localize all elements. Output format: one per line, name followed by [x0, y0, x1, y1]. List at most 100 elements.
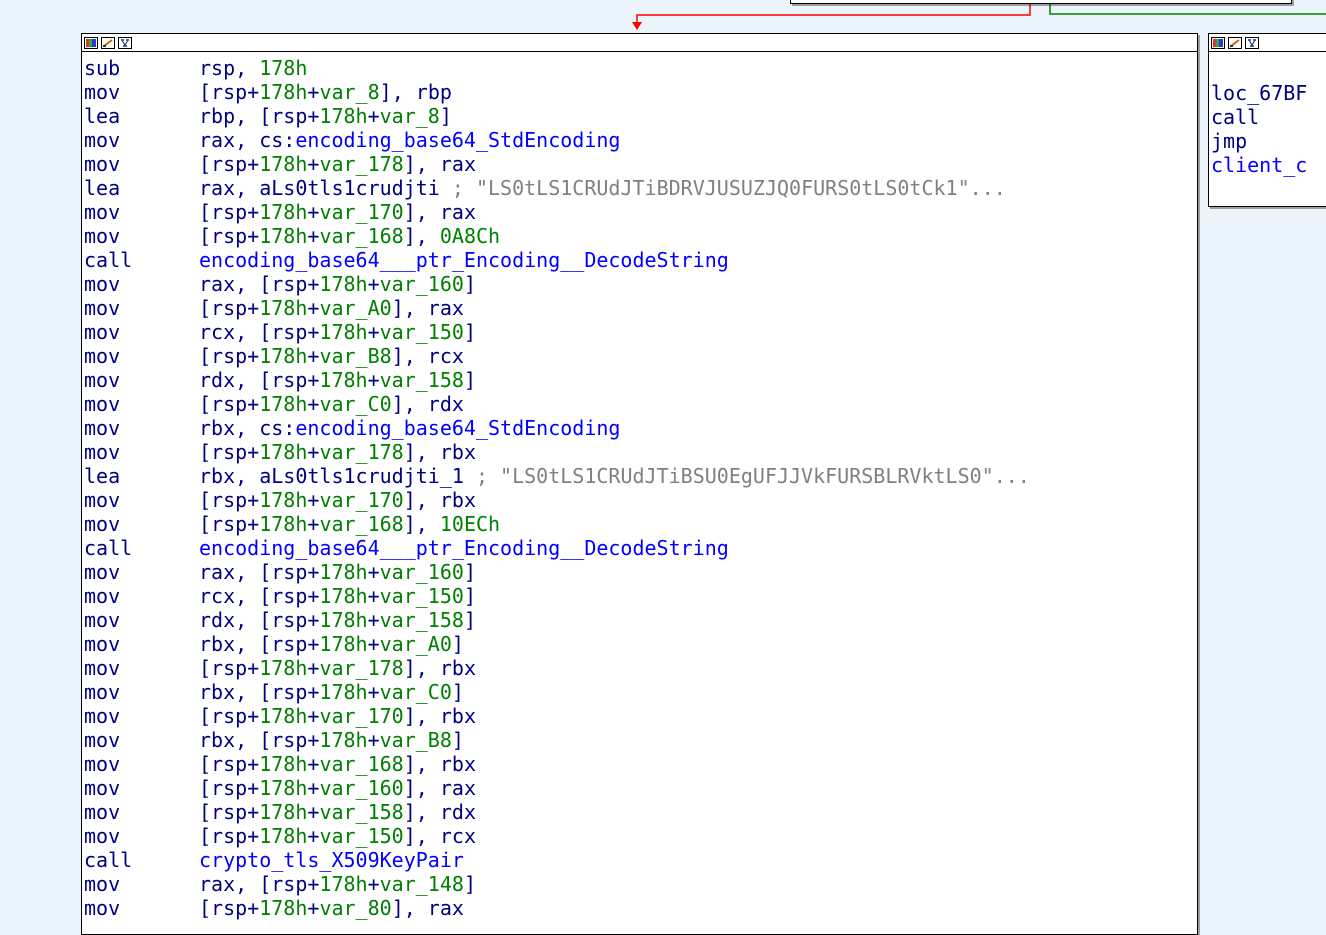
operand-token[interactable]: var_170 — [319, 488, 403, 512]
instruction-operands[interactable]: rax, aLs0tls1crudjti ; "LS0tLS1CRUdJTiBD… — [199, 176, 1006, 200]
instruction-mnemonic[interactable]: lea — [84, 104, 120, 128]
instruction-line[interactable]: lea rbp, [rsp+178h+var_8] — [82, 104, 1197, 128]
instruction-line[interactable]: mov [rsp+178h+var_168], rbx — [82, 752, 1197, 776]
instruction-line[interactable]: lea rax, aLs0tls1crudjti ; "LS0tLS1CRUdJT… — [82, 176, 1197, 200]
instruction-line[interactable]: mov [rsp+178h+var_170], rbx — [82, 704, 1197, 728]
instruction-mnemonic[interactable]: lea — [84, 464, 120, 488]
instruction-mnemonic[interactable]: call — [84, 248, 132, 272]
operand-token[interactable]: var_150 — [319, 824, 403, 848]
instruction-mnemonic[interactable]: loc_67BF — [1211, 81, 1307, 105]
instruction-operands[interactable]: [rsp+178h+var_158], rdx — [199, 800, 476, 824]
instruction-operands[interactable]: rdx, [rsp+178h+var_158] — [199, 608, 476, 632]
instruction-mnemonic[interactable]: mov — [84, 200, 120, 224]
instruction-operands[interactable]: rax, cs:encoding_base64_StdEncoding — [199, 128, 620, 152]
instruction-mnemonic[interactable]: sub — [84, 56, 120, 80]
instruction-mnemonic[interactable]: call — [1211, 105, 1259, 129]
instruction-mnemonic[interactable]: mov — [84, 800, 120, 824]
graph-node-upper[interactable] — [790, 0, 1292, 4]
instruction-line[interactable]: mov [rsp+178h+var_8], rbp — [82, 80, 1197, 104]
instruction-line[interactable]: sub rsp, 178h — [82, 56, 1197, 80]
instruction-mnemonic[interactable]: mov — [84, 320, 120, 344]
operand-token[interactable]: var_168 — [319, 752, 403, 776]
instruction-operands[interactable]: rax, [rsp+178h+var_160] — [199, 272, 476, 296]
instruction-line[interactable]: mov [rsp+178h+var_178], rbx — [82, 656, 1197, 680]
instruction-line[interactable]: mov rbx, [rsp+178h+var_A0] — [82, 632, 1197, 656]
instruction-operands[interactable]: [rsp+178h+var_160], rax — [199, 776, 476, 800]
instruction-operands[interactable]: encoding_base64___ptr_Encoding__DecodeSt… — [199, 248, 729, 272]
graph-node-main[interactable]: sub rsp, 178h mov [rsp+178h+var_8], rbp lea r… — [81, 33, 1198, 935]
operand-token[interactable]: var_168 — [319, 224, 403, 248]
operand-token[interactable]: var_148 — [380, 872, 464, 896]
instruction-line[interactable]: mov rcx, [rsp+178h+var_150] — [82, 584, 1197, 608]
operand-token[interactable]: var_150 — [380, 584, 464, 608]
operand-token[interactable]: var_B8 — [380, 728, 452, 752]
operand-token[interactable]: var_178 — [319, 656, 403, 680]
instruction-operands[interactable]: [rsp+178h+var_170], rbx — [199, 704, 476, 728]
instruction-mnemonic[interactable]: mov — [84, 440, 120, 464]
operand-token[interactable]: var_160 — [380, 272, 464, 296]
instruction-operands[interactable]: [rsp+178h+var_8], rbp — [199, 80, 452, 104]
instruction-line[interactable]: mov rcx, [rsp+178h+var_150] — [82, 320, 1197, 344]
instruction-line[interactable]: mov rax, [rsp+178h+var_148] — [82, 872, 1197, 896]
operand-token[interactable]: var_B8 — [319, 344, 391, 368]
instruction-operands[interactable]: [rsp+178h+var_178], rbx — [199, 656, 476, 680]
instruction-operands[interactable]: rbp, [rsp+178h+var_8] — [199, 104, 452, 128]
instruction-operands[interactable]: rax, [rsp+178h+var_160] — [199, 560, 476, 584]
instruction-mnemonic[interactable]: mov — [84, 824, 120, 848]
operand-token[interactable]: var_178 — [319, 440, 403, 464]
instruction-line[interactable]: loc_67BF — [1209, 81, 1326, 105]
operand-token[interactable]: var_170 — [319, 704, 403, 728]
instruction-mnemonic[interactable]: call — [84, 848, 132, 872]
disassembly-listing[interactable]: sub rsp, 178h mov [rsp+178h+var_8], rbp lea r… — [82, 52, 1197, 920]
instruction-line[interactable]: mov [rsp+178h+var_B8], rcx — [82, 344, 1197, 368]
operand-token[interactable]: var_80 — [319, 896, 391, 920]
instruction-operands[interactable]: rsp, 178h — [199, 56, 307, 80]
operand-token[interactable]: var_158 — [380, 368, 464, 392]
instruction-line[interactable]: mov [rsp+178h+var_158], rdx — [82, 800, 1197, 824]
operand-token[interactable]: var_158 — [319, 800, 403, 824]
instruction-mnemonic[interactable]: mov — [84, 296, 120, 320]
instruction-line[interactable]: mov rdx, [rsp+178h+var_158] — [82, 368, 1197, 392]
instruction-line[interactable]: call crypto_tls_X509KeyPair — [82, 848, 1197, 872]
instruction-line[interactable]: call — [1209, 105, 1326, 129]
instruction-operands[interactable]: [rsp+178h+var_178], rbx — [199, 440, 476, 464]
instruction-mnemonic[interactable]: mov — [84, 416, 120, 440]
instruction-operands[interactable]: rbx, [rsp+178h+var_B8] — [199, 728, 464, 752]
operand-token[interactable]: encoding_base64___ptr_Encoding__DecodeSt… — [199, 536, 729, 560]
operand-token[interactable]: var_A0 — [319, 296, 391, 320]
instruction-line[interactable]: mov [rsp+178h+var_178], rax — [82, 152, 1197, 176]
instruction-mnemonic[interactable]: mov — [84, 608, 120, 632]
operand-token[interactable]: var_168 — [319, 512, 403, 536]
instruction-mnemonic[interactable]: mov — [84, 560, 120, 584]
operand-token[interactable]: var_178 — [319, 152, 403, 176]
instruction-line[interactable]: mov [rsp+178h+var_150], rcx — [82, 824, 1197, 848]
instruction-operands[interactable]: rdx, [rsp+178h+var_158] — [199, 368, 476, 392]
instruction-operands[interactable]: [rsp+178h+var_168], rbx — [199, 752, 476, 776]
instruction-operands[interactable]: [rsp+178h+var_170], rbx — [199, 488, 476, 512]
instruction-line[interactable]: mov rbx, cs:encoding_base64_StdEncoding — [82, 416, 1197, 440]
instruction-mnemonic[interactable]: mov — [84, 224, 120, 248]
instruction-line[interactable]: mov [rsp+178h+var_168], 10ECh — [82, 512, 1197, 536]
operand-token[interactable]: encoding_base64___ptr_Encoding__DecodeSt… — [199, 248, 729, 272]
operand-token[interactable]: var_8 — [319, 80, 379, 104]
instruction-line[interactable]: call encoding_base64___ptr_Encoding__Deco… — [82, 248, 1197, 272]
disassembly-listing[interactable]: loc_67BF call jmp client_c — [1209, 52, 1326, 177]
instruction-line[interactable]: lea rbx, aLs0tls1crudjti_1 ; "LS0tLS1CRUd… — [82, 464, 1197, 488]
instruction-line[interactable]: mov rax, [rsp+178h+var_160] — [82, 272, 1197, 296]
instruction-mnemonic[interactable]: mov — [84, 344, 120, 368]
instruction-mnemonic[interactable]: mov — [84, 488, 120, 512]
instruction-mnemonic[interactable]: mov — [84, 896, 120, 920]
instruction-operands[interactable]: [rsp+178h+var_168], 10ECh — [199, 512, 500, 536]
instruction-mnemonic[interactable]: mov — [84, 752, 120, 776]
instruction-mnemonic[interactable]: mov — [84, 272, 120, 296]
instruction-operands[interactable]: [rsp+178h+var_168], 0A8Ch — [199, 224, 500, 248]
instruction-operands[interactable]: rbx, [rsp+178h+var_A0] — [199, 632, 464, 656]
instruction-operands[interactable]: [rsp+178h+var_170], rax — [199, 200, 476, 224]
instruction-operands[interactable]: encoding_base64___ptr_Encoding__DecodeSt… — [199, 536, 729, 560]
instruction-line[interactable]: mov [rsp+178h+var_178], rbx — [82, 440, 1197, 464]
graph-overview-icon[interactable] — [1245, 36, 1259, 49]
instruction-operands[interactable]: crypto_tls_X509KeyPair — [199, 848, 464, 872]
operand-token[interactable]: crypto_tls_X509KeyPair — [199, 848, 464, 872]
graph-node-side[interactable]: loc_67BF call jmp client_c — [1208, 33, 1326, 207]
operand-token[interactable]: var_160 — [319, 776, 403, 800]
